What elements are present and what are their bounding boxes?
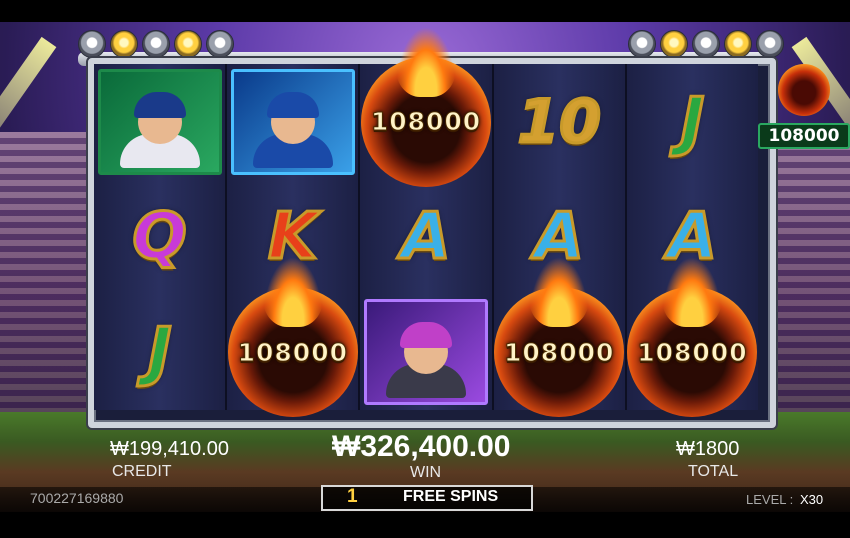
flame-icon — [529, 257, 590, 328]
reel-cell: 108000 — [360, 26, 491, 187]
free-spins-count: 1 — [347, 486, 358, 507]
win-label: WIN — [410, 464, 442, 481]
flame-icon — [662, 257, 723, 328]
light-bulb — [724, 30, 752, 58]
reel-cell: 108000 — [627, 257, 758, 418]
player-head-icon — [133, 91, 186, 144]
level-value: X30 — [800, 492, 824, 507]
light-bulb — [756, 30, 784, 58]
credit-label: CREDIT — [112, 463, 172, 480]
helmet-icon — [400, 322, 452, 349]
total-bet-label: TOTAL — [688, 463, 739, 480]
player-pitcher-symbol-icon — [230, 68, 355, 175]
reel-cell: Q — [94, 179, 225, 294]
light-bulb — [206, 30, 234, 58]
letter-symbol-J: J — [679, 84, 706, 159]
player-catcher-symbol-icon — [364, 299, 488, 406]
player-head-icon — [266, 91, 319, 144]
marquee-lights-right — [628, 30, 784, 58]
letter-symbol-10: 10 — [516, 86, 602, 157]
flame-icon — [262, 257, 323, 328]
helmet-icon — [266, 91, 319, 118]
reel-3: 108000 A — [360, 26, 494, 410]
letter-symbol-A: A — [400, 199, 453, 274]
light-bulb — [78, 30, 106, 58]
light-bulb — [110, 30, 138, 58]
side-jackpot-value: 108000 — [758, 123, 850, 149]
light-bulb — [142, 30, 170, 58]
light-bulb — [692, 30, 720, 58]
reel-cell — [360, 295, 491, 410]
helmet-icon — [133, 91, 186, 118]
level-label: LEVEL : — [746, 492, 794, 507]
total-bet-amount[interactable]: ₩1800 — [676, 438, 739, 461]
fireball-value: 108000 — [370, 107, 482, 137]
reel-4: 10 A 108000 — [493, 64, 627, 418]
player-head-icon — [400, 322, 452, 375]
reels-grid: Q J K 108000 108000 A 10 A 108000 J A 108000 — [94, 26, 759, 418]
reel-cell — [94, 64, 225, 179]
flame-icon — [396, 26, 456, 97]
reel-cell: 10 — [494, 64, 625, 179]
reel-2: K 108000 — [227, 64, 361, 418]
reel-cell: 108000 — [227, 257, 358, 418]
free-spins-label: FREE SPINS — [403, 488, 499, 505]
reel-cell: J — [627, 64, 758, 179]
light-bulb — [628, 30, 656, 58]
reel-cell: A — [360, 179, 491, 294]
side-fireball-icon — [778, 64, 830, 116]
reel-1: QJ — [94, 64, 228, 410]
free-spins-box: 1 FREE SPINS — [321, 485, 533, 511]
fireball-value: 108000 — [504, 337, 615, 367]
light-bulb — [660, 30, 688, 58]
reel-cell: J — [94, 295, 225, 410]
fireball-value: 108000 — [237, 337, 348, 367]
marquee-lights-left — [78, 30, 234, 58]
win-amount: ₩326,400.00 — [332, 430, 511, 463]
fireball-value: 108000 — [637, 337, 748, 367]
credit-amount: ₩199,410.00 — [110, 438, 229, 460]
reel-5: J A 108000 — [626, 64, 759, 418]
letter-symbol-Q: Q — [131, 199, 188, 274]
letter-symbol-J: J — [146, 315, 173, 390]
session-id: 700227169880 — [30, 490, 124, 506]
reel-cell — [227, 64, 358, 179]
light-bulb — [174, 30, 202, 58]
reel-cell: 108000 — [494, 257, 625, 418]
player-runner-symbol-icon — [97, 68, 222, 175]
